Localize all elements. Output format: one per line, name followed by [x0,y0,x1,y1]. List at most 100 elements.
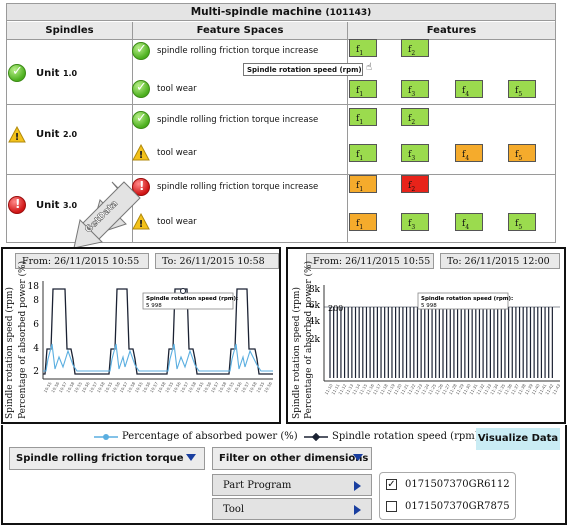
feature-badge[interactable]: f5 [508,213,536,231]
left-chart-panel: From: 26/11/2015 10:55 To: 26/11/2015 10… [1,247,281,424]
feature-space[interactable]: spindle rolling friction torque increase [132,111,318,129]
feature-index: 5 [518,154,523,162]
warning-icon: ! [132,144,150,161]
unit-label: Unit 1.0 [36,68,77,79]
program-option-2[interactable]: 0171507370GR7875 [386,501,510,512]
power-series-line [43,343,273,372]
y-tick-label: 8k [309,285,321,295]
filter-select[interactable]: Filter on other dimensions [212,447,372,470]
check-icon [132,111,150,129]
checkbox-checked[interactable]: ✓ [386,479,397,490]
feature-badge[interactable]: f1 [349,80,377,98]
unit-label: Unit 2.0 [36,129,77,140]
submenu-tool-label: Tool [223,503,245,515]
feature-badge[interactable]: f3 [401,213,429,231]
checkbox-unchecked[interactable] [386,501,397,512]
y-tick-label: 18 [28,282,40,292]
feature-space[interactable]: tool wear [132,80,197,98]
unit-label: Unit 3.0 [36,200,77,211]
right-chart-panel: From: 26/11/2015 10:55 To: 26/11/2015 12… [286,247,566,424]
feature-space-label: tool wear [157,216,197,227]
feature-index: 1 [359,185,364,193]
feature-badge[interactable]: f4 [455,80,483,98]
legend-power-label: Percentage of absorbed power (%) [122,431,298,442]
feature-index: 4 [465,223,470,231]
feature-index: 5 [518,223,523,231]
feature-badge[interactable]: f2 [401,108,429,126]
left-chart-plot: 2 4 6 8 18 Spindle rotation speed (rpm):5 998… [28,281,273,394]
unit-name: Unit [36,129,63,140]
feature-index: 1 [359,223,364,231]
right-chart-plot: 8k 6k 4k 2k 200 Spindle rotation speed (rpm):… [309,285,562,396]
tooltip-title: Spindle rotation speed (rpm): [146,296,238,302]
feature-badge[interactable]: f1 [349,144,377,162]
header-spindles: Spindles [7,22,132,40]
table-title: Multi-spindle machine (101143) [7,4,555,21]
unit-name: Unit [36,199,63,211]
feature-space-label: spindle rolling friction torque increase [157,182,319,192]
feature-index: 4 [465,90,470,98]
feature-index: 2 [411,118,416,126]
y-tick-label: 2k [309,335,321,345]
header-features: Features [348,22,555,40]
feature-space-label: tool wear [157,84,197,94]
program-option-2-label: 0171507370GR7875 [405,501,510,512]
feature-badge[interactable]: f3 [401,144,429,162]
legend-speed-label: Spindle rotation speed (rpm) [332,431,479,442]
chevron-down-icon [353,454,363,461]
feature-index: 1 [359,90,364,98]
feature-index: 3 [411,90,416,98]
feature-badge[interactable]: f1 [349,39,377,57]
unit-1[interactable]: Unit 1.0 [8,64,77,82]
legend-speed-swatch [304,432,328,441]
machine-id: (101143) [325,8,372,18]
feature-badge[interactable]: f1 [349,213,377,231]
metric-select[interactable]: Spindle rolling friction torque [9,447,205,470]
chevron-right-icon [354,505,361,515]
program-option-1-label: 0171507370GR6112 [405,479,510,490]
y-tick-label: 6 [33,320,39,330]
visualize-data-button[interactable]: Visualize Data [476,428,560,450]
feature-index: 1 [359,118,364,126]
hand-cursor-icon: ☝ [366,62,373,73]
metric-select-value: Spindle rolling friction torque [16,453,184,464]
feature-tooltip: Spindle rotation speed (rpm) [243,63,363,76]
feature-space[interactable]: ! tool wear [132,144,197,161]
feature-index: 5 [518,90,523,98]
check-icon [8,64,26,82]
feature-index: 3 [411,154,416,162]
x-tick-label: 10:56 [263,381,273,394]
feature-badge[interactable]: f5 [508,80,536,98]
tooltip-value: 5 998 [421,303,437,309]
feature-index: 1 [359,49,364,57]
unit-number: 2.0 [62,130,78,139]
legend-speed: Spindle rotation speed (rpm) [304,431,479,442]
unit-name: Unit [36,67,63,79]
feature-space[interactable]: spindle rolling friction torque increase [132,178,318,196]
machine-name: Multi-spindle machine [190,6,322,18]
feature-badge[interactable]: f1 [349,108,377,126]
feature-badge[interactable]: f1 [349,175,377,193]
chevron-right-icon [354,481,361,491]
chevron-down-icon [186,454,196,461]
feature-index: 1 [359,154,364,162]
unit-number: 1.0 [62,68,78,78]
feature-badge[interactable]: f2 [401,39,429,57]
feature-badge[interactable]: f5 [508,144,536,162]
feature-space-label: tool wear [157,147,197,158]
warning-icon: ! [8,126,26,143]
unit-3[interactable]: Unit 3.0 [8,196,77,214]
y-tick-label: 4 [33,344,39,354]
svg-text:!: ! [15,132,20,143]
feature-badge[interactable]: f3 [401,80,429,98]
program-option-1[interactable]: ✓ 0171507370GR6112 [386,479,510,490]
feature-badge[interactable]: f4 [455,213,483,231]
feature-space[interactable]: spindle rolling friction torque increase [132,42,318,60]
feature-badge[interactable]: f4 [455,144,483,162]
submenu-part-program[interactable]: Part Program [212,474,372,496]
feature-badge[interactable]: f2 [401,175,429,193]
header-feature-spaces: Feature Spaces [133,22,347,40]
unit-2[interactable]: ! Unit 2.0 [8,126,77,143]
submenu-tool[interactable]: Tool [212,498,372,520]
check-icon [132,80,150,98]
